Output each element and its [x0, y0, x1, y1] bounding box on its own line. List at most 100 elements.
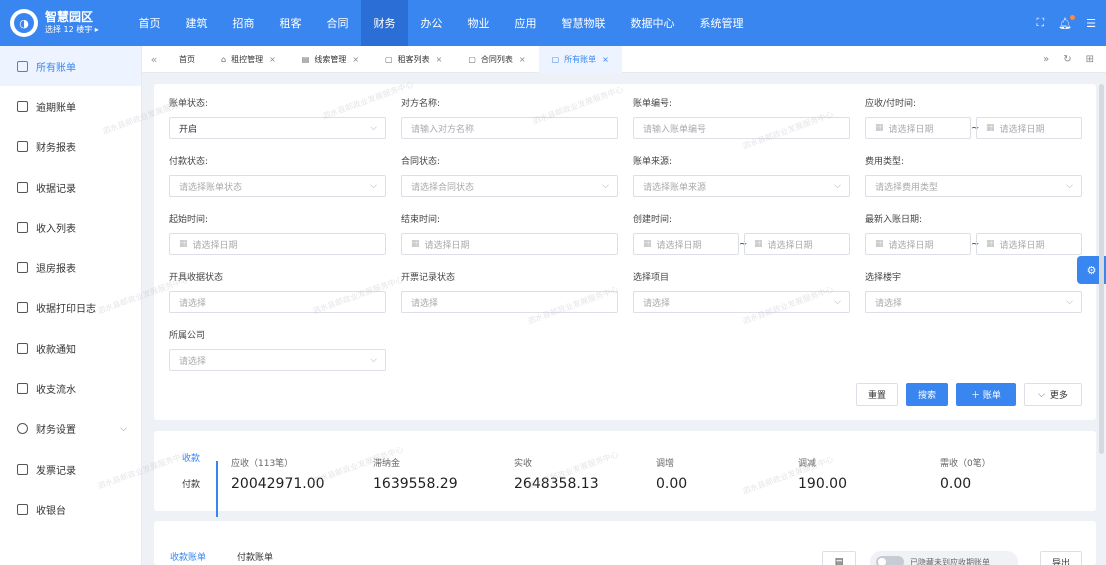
chevron-down-icon: ⌵ [834, 297, 841, 307]
search-button[interactable]: 搜索 [906, 383, 948, 406]
filter-project: 选择项目 请选择 ⌵ [633, 270, 850, 313]
sidebar-item-payment-notice[interactable]: 收款通知 [0, 328, 141, 368]
sidebar-item-invoice-records[interactable]: 发票记录 [0, 449, 141, 489]
close-icon[interactable]: × [436, 55, 443, 64]
document-icon [17, 60, 28, 72]
end-time-picker[interactable]: ▦ 请选择日期 [401, 233, 618, 255]
sidebar-item-finance-settings[interactable]: 财务设置 ⌵ [0, 409, 141, 449]
sidebar-item-financial-report[interactable]: 财务报表 [0, 127, 141, 167]
building-select[interactable]: 请选择 ⌵ [865, 291, 1082, 313]
metric-increase: 调增 0.00 [656, 459, 688, 492]
tab-leads[interactable]: ▤ 线索管理 × [289, 46, 372, 73]
receipt-status-select[interactable]: 请选择 [169, 291, 386, 313]
sidebar-item-all-bills[interactable]: 所有账单 [0, 46, 141, 87]
tabs-scroll-left-icon[interactable]: « [142, 53, 166, 66]
fee-type-select[interactable]: 请选择费用类型 ⌵ [865, 175, 1082, 197]
refresh-icon[interactable]: ↻ [1063, 54, 1071, 65]
counterparty-input[interactable]: 请输入对方名称 [401, 117, 618, 139]
toggle-switch[interactable] [876, 556, 904, 565]
nav-investment[interactable]: 招商 [220, 0, 267, 46]
sidebar-item-checkout-report[interactable]: 退房报表 [0, 247, 141, 287]
add-bill-button[interactable]: ＋ 账单 [956, 383, 1016, 406]
contract-status-select[interactable]: 请选择合同状态 ⌵ [401, 175, 618, 197]
nav-tenant[interactable]: 租客 [267, 0, 314, 46]
cashier-icon [17, 503, 28, 515]
nav-data-center[interactable]: 数据中心 [618, 0, 687, 46]
create-time-end[interactable]: ▦ 请选择日期 [744, 233, 850, 255]
nav-iot[interactable]: 智慧物联 [549, 0, 618, 46]
bill-source-select[interactable]: 请选择账单来源 ⌵ [633, 175, 850, 197]
scrollbar[interactable] [1099, 84, 1104, 454]
building-selector[interactable]: 选择 12 楼宇 ▸ [45, 25, 99, 35]
nav-building[interactable]: 建筑 [173, 0, 220, 46]
tab-tenant-list[interactable]: ▢ 租客列表 × [372, 46, 455, 73]
project-select[interactable]: 请选择 ⌵ [633, 291, 850, 313]
settings-sliders-icon[interactable]: ☰ [1086, 17, 1096, 30]
filter-invoice-status: 开票记录状态 请选择 [401, 270, 618, 313]
chevron-down-icon: ⌵ [370, 355, 377, 365]
hide-unbilled-toggle[interactable]: 已隐藏未到应收期账单 [870, 551, 1018, 565]
tab-all-bills[interactable]: ▢ 所有账单 × [538, 45, 622, 73]
nav-contract[interactable]: 合同 [314, 0, 361, 46]
gear-icon [17, 423, 28, 435]
close-icon[interactable]: × [352, 55, 359, 64]
tab-receive-bills[interactable]: 收款账单 [170, 550, 206, 563]
filter-contract-status: 合同状态: 请选择合同状态 ⌵ [401, 154, 618, 197]
close-icon[interactable]: × [602, 55, 609, 64]
latest-entry-end[interactable]: ▦ 请选择日期 [976, 233, 1082, 255]
switch-receive[interactable]: 收款 [170, 449, 216, 473]
sidebar-item-cashier[interactable]: 收银台 [0, 489, 141, 529]
sidebar-item-receipt-records[interactable]: 收据记录 [0, 167, 141, 207]
nav-apps[interactable]: 应用 [502, 0, 549, 46]
calendar-icon: ▦ [411, 239, 420, 249]
summary-panel: 收款 付款 应收（113笔） 20042971.00 滞纳金 1639558.2… [154, 431, 1096, 517]
latest-entry-start[interactable]: ▦ 请选择日期 [865, 233, 971, 255]
tab-pay-bills[interactable]: 付款账单 [237, 550, 273, 563]
nav-finance[interactable]: 财务 [361, 0, 408, 46]
nav-property[interactable]: 物业 [455, 0, 502, 46]
sidebar-item-receipt-print-log[interactable]: 收据打印日志 [0, 288, 141, 328]
chevron-down-icon: ⌵ [120, 423, 127, 434]
grid-menu-icon[interactable]: ⊞ [1086, 54, 1094, 65]
bell-icon[interactable]: 🔔︎ [1058, 14, 1076, 30]
tab-rent-control[interactable]: ⌂ 租控管理 × [208, 46, 289, 73]
switch-pay[interactable]: 付款 [170, 473, 216, 497]
fullscreen-icon[interactable]: ⛶ [1036, 16, 1044, 30]
export-button[interactable]: 导出 [1040, 551, 1082, 565]
tab-contract-list[interactable]: ▢ 合同列表 × [455, 46, 538, 73]
filter-fee-type: 费用类型: 请选择费用类型 ⌵ [865, 154, 1082, 197]
contract-icon: ▢ [468, 54, 476, 64]
start-time-picker[interactable]: ▦ 请选择日期 [169, 233, 386, 255]
folder-icon [17, 181, 28, 193]
nav-office[interactable]: 办公 [408, 0, 455, 46]
clipboard-icon: ▤ [301, 54, 310, 64]
pay-status-select[interactable]: 请选择账单状态 ⌵ [169, 175, 386, 197]
message-icon [17, 342, 28, 354]
chevron-down-icon: ⌵ [370, 181, 377, 191]
link-icon [17, 262, 28, 274]
nav-home[interactable]: 首页 [126, 0, 173, 46]
tabs-scroll-right-icon[interactable]: » [1043, 54, 1049, 65]
metric-decrease: 调减 190.00 [798, 459, 847, 492]
sidebar-item-overdue-bills[interactable]: 逾期账单 [0, 86, 141, 126]
more-button[interactable]: ⌵ 更多 [1024, 383, 1082, 406]
bill-no-input[interactable]: 请输入账单编号 [633, 117, 850, 139]
filter-panel: 账单状态: 开启 ⌵ 对方名称: 请输入对方名称 账单编号: 请输入账单编号 应收… [154, 84, 1096, 420]
brand[interactable]: ◑ 智慧园区 选择 12 楼宇 ▸ [0, 0, 126, 46]
invoice-status-select[interactable]: 请选择 [401, 291, 618, 313]
sidebar-item-income-list[interactable]: 收入列表 [0, 207, 141, 247]
close-icon[interactable]: × [269, 55, 276, 64]
due-time-end[interactable]: ▦ 请选择日期 [976, 117, 1082, 139]
direction-switch: 收款 付款 [170, 449, 218, 517]
columns-button[interactable]: ▤ [822, 551, 856, 565]
create-time-start[interactable]: ▦ 请选择日期 [633, 233, 739, 255]
tab-home[interactable]: 首页 [166, 46, 208, 73]
close-icon[interactable]: × [519, 55, 526, 64]
company-select[interactable]: 请选择 ⌵ [169, 349, 386, 371]
sidebar-item-cash-flow[interactable]: 收支流水 [0, 368, 141, 408]
filter-company: 所属公司 请选择 ⌵ [169, 328, 386, 371]
nav-system[interactable]: 系统管理 [687, 0, 756, 46]
reset-button[interactable]: 重置 [856, 383, 898, 406]
bill-status-select[interactable]: 开启 ⌵ [169, 117, 386, 139]
due-time-start[interactable]: ▦ 请选择日期 [865, 117, 971, 139]
